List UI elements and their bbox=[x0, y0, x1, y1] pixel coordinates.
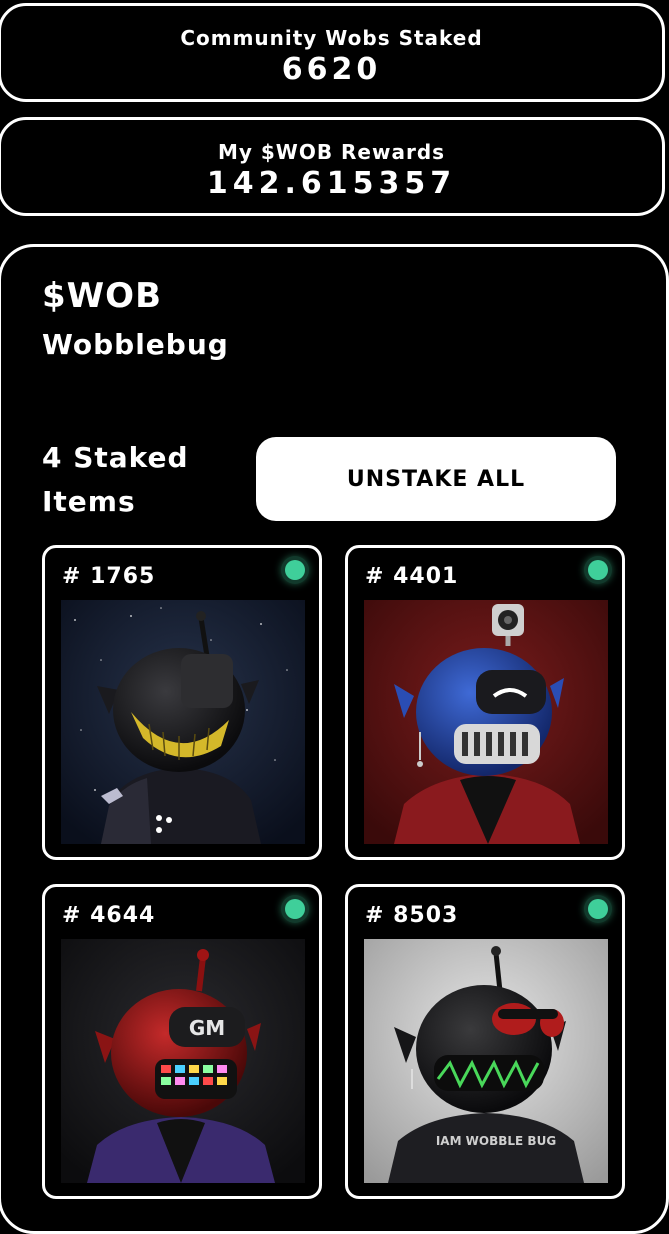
staked-status-indicator bbox=[588, 899, 608, 919]
nft-image: GM bbox=[61, 939, 305, 1183]
nft-card-1765[interactable]: # 1765 bbox=[42, 545, 322, 860]
nft-card-4401[interactable]: # 4401 bbox=[345, 545, 625, 860]
rewards-label: My $WOB Rewards bbox=[217, 140, 446, 164]
staked-count: 4 Staked Items bbox=[42, 441, 189, 518]
rewards-card: My $WOB Rewards 142.615357 bbox=[0, 117, 665, 216]
nft-id: # 4401 bbox=[365, 564, 459, 589]
staked-status-indicator bbox=[588, 560, 608, 580]
token-symbol: $WOB bbox=[42, 276, 162, 316]
community-staked-label: Community Wobs Staked bbox=[180, 26, 483, 50]
gm-visor-text: GM bbox=[189, 1016, 225, 1040]
nft-id: # 1765 bbox=[62, 564, 156, 589]
community-staked-value: 6620 bbox=[281, 52, 382, 87]
hoodie-text: IAM WOBBLE BUG bbox=[436, 1134, 556, 1148]
nft-image bbox=[364, 600, 608, 844]
rewards-value: 142.615357 bbox=[206, 166, 457, 201]
nft-card-4644[interactable]: # 4644 GM bbox=[42, 884, 322, 1199]
staked-status-indicator bbox=[285, 560, 305, 580]
nft-id: # 8503 bbox=[365, 903, 459, 928]
nft-id: # 4644 bbox=[62, 903, 156, 928]
nft-image bbox=[61, 600, 305, 844]
token-name: Wobblebug bbox=[42, 328, 229, 361]
community-staked-card: Community Wobs Staked 6620 bbox=[0, 3, 665, 102]
unstake-all-button[interactable]: UNSTAKE ALL bbox=[256, 437, 616, 521]
staked-status-indicator bbox=[285, 899, 305, 919]
nft-image: IAM WOBBLE BUG bbox=[364, 939, 608, 1183]
nft-card-8503[interactable]: # 8503 IAM WOBBLE BUG bbox=[345, 884, 625, 1199]
